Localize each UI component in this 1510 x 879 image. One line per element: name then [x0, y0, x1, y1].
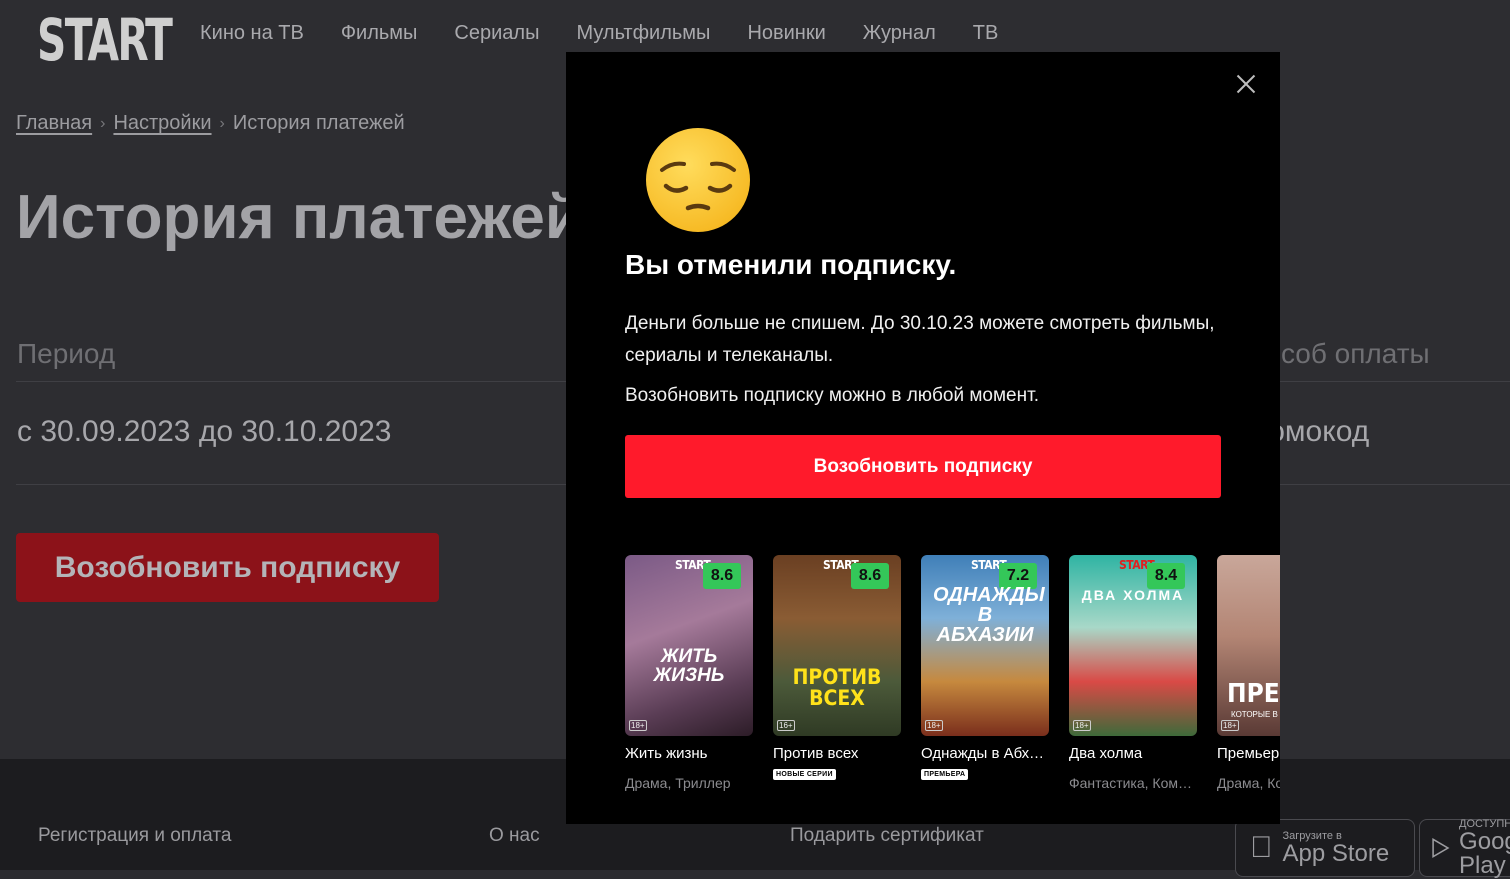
content-card[interactable]: START 8.6 ПРОТИВ ВСЕХ 16+ Против всех НО… [773, 555, 901, 791]
card-title[interactable]: Премьер [1217, 745, 1280, 762]
poster-image[interactable]: START 8.6 ЖИТЬ ЖИЗНЬ 18+ [625, 555, 753, 736]
footer-link-about[interactable]: О нас [489, 825, 540, 847]
page-title: История платежей [16, 183, 583, 252]
resume-subscription-button[interactable]: Возобновить подписку [625, 435, 1221, 498]
card-title[interactable]: Два холма [1069, 745, 1197, 762]
poster-image[interactable]: START 8.4 ДВА ХОЛМА 18+ [1069, 555, 1197, 736]
breadcrumb-current: История платежей [232, 112, 405, 134]
nav-series[interactable]: Сериалы [454, 22, 539, 45]
modal-title: Вы отменили подписку. [625, 249, 957, 280]
rating-badge: 8.4 [1147, 563, 1185, 589]
poster-title: ПРОТИВ ВСЕХ [792, 665, 882, 710]
breadcrumb-settings[interactable]: Настройки [113, 112, 211, 135]
main-nav: Кино на ТВ Фильмы Сериалы Мультфильмы Но… [200, 22, 1035, 45]
footer-link-gift-certificate[interactable]: Подарить сертификат [790, 825, 984, 847]
rating-badge: 8.6 [851, 563, 889, 589]
subscription-cancelled-modal: Вы отменили подписку. Деньги больше не с… [566, 52, 1280, 824]
chevron-right-icon: › [219, 114, 225, 132]
pensive-face-icon [646, 128, 750, 232]
premiere-badge: ПРЕМЬЕРА [921, 769, 969, 780]
age-rating: 18+ [629, 720, 647, 731]
chevron-right-icon: › [100, 114, 106, 132]
google-play-badge[interactable]: ДОСТУПНО В Google Play [1419, 818, 1510, 879]
card-genre: Драма, Триллер [625, 775, 731, 791]
resume-subscription-button-bg[interactable]: Возобновить подписку [16, 533, 439, 602]
card-genre: Драма, Комедия [1217, 775, 1280, 791]
card-title[interactable]: Против всех [773, 745, 901, 762]
poster-image[interactable]: ПРЕМЬЕР КОТОРЫЕ В 18+ [1217, 555, 1280, 736]
appstore-big-text: App Store [1260, 840, 1390, 867]
poster-title: ПРЕМЬЕР [1227, 679, 1280, 709]
nav-new[interactable]: Новинки [747, 22, 825, 45]
rating-badge: 8.6 [703, 563, 741, 589]
poster-title: ОДНАЖДЫ В АБХАЗИИ [933, 584, 1045, 646]
nav-journal[interactable]: Журнал [863, 22, 936, 45]
poster-image[interactable]: START 7.2 ОДНАЖДЫ В АБХАЗИИ 18+ [921, 555, 1049, 736]
poster-image[interactable]: START 8.6 ПРОТИВ ВСЕХ 16+ [773, 555, 901, 736]
card-title[interactable]: Жить жизнь [625, 745, 753, 762]
column-header-period: Период [17, 338, 116, 369]
content-card[interactable]: START 7.2 ОДНАЖДЫ В АБХАЗИИ 18+ Однажды … [921, 555, 1049, 791]
nav-tv[interactable]: ТВ [973, 22, 999, 45]
apple-icon:  [1250, 831, 1273, 865]
breadcrumb: Главная › Настройки › История платежей [16, 112, 405, 135]
age-rating: 18+ [925, 720, 943, 731]
content-card[interactable]: START 8.6 ЖИТЬ ЖИЗНЬ 18+ Жить жизнь Драм… [625, 555, 753, 791]
modal-text-primary: Деньги больше не спишем. До 30.10.23 мож… [625, 313, 1215, 366]
new-episodes-badge: НОВЫЕ СЕРИИ [773, 769, 836, 780]
start-logo[interactable]: START [37, 6, 173, 74]
gplay-big-text: Google Play [1459, 828, 1510, 879]
card-title[interactable]: Однажды в Абхазии [921, 745, 1049, 762]
content-card[interactable]: START 8.4 ДВА ХОЛМА 18+ Два холма Фантас… [1069, 555, 1197, 791]
card-genre: Фантастика, Комедия [1069, 775, 1197, 791]
content-card[interactable]: ПРЕМЬЕР КОТОРЫЕ В 18+ Премьер Драма, Ком… [1217, 555, 1280, 791]
google-play-icon [1432, 837, 1450, 859]
age-rating: 18+ [1073, 720, 1091, 731]
age-rating: 16+ [777, 720, 795, 731]
footer-link-registration[interactable]: Регистрация и оплата [38, 825, 231, 847]
modal-text-secondary: Возобновить подписку можно в любой момен… [625, 385, 1039, 406]
row-period-value: с 30.09.2023 до 30.10.2023 [17, 415, 392, 448]
nav-cartoons[interactable]: Мультфильмы [576, 22, 710, 45]
poster-subtitle: КОТОРЫЕ В [1231, 710, 1278, 719]
breadcrumb-home[interactable]: Главная [16, 112, 92, 135]
app-store-badge[interactable]:  Загрузите в App Store [1235, 819, 1415, 877]
nav-movies[interactable]: Фильмы [341, 22, 418, 45]
close-icon[interactable] [1232, 70, 1260, 98]
age-rating: 18+ [1221, 720, 1239, 731]
poster-title: ЖИТЬ ЖИЗНЬ [653, 646, 725, 686]
poster-title: ДВА ХОЛМА [1081, 587, 1185, 603]
recommendations-carousel: START 8.6 ЖИТЬ ЖИЗНЬ 18+ Жить жизнь Драм… [625, 555, 1280, 791]
nav-tv-movies[interactable]: Кино на ТВ [200, 22, 304, 45]
